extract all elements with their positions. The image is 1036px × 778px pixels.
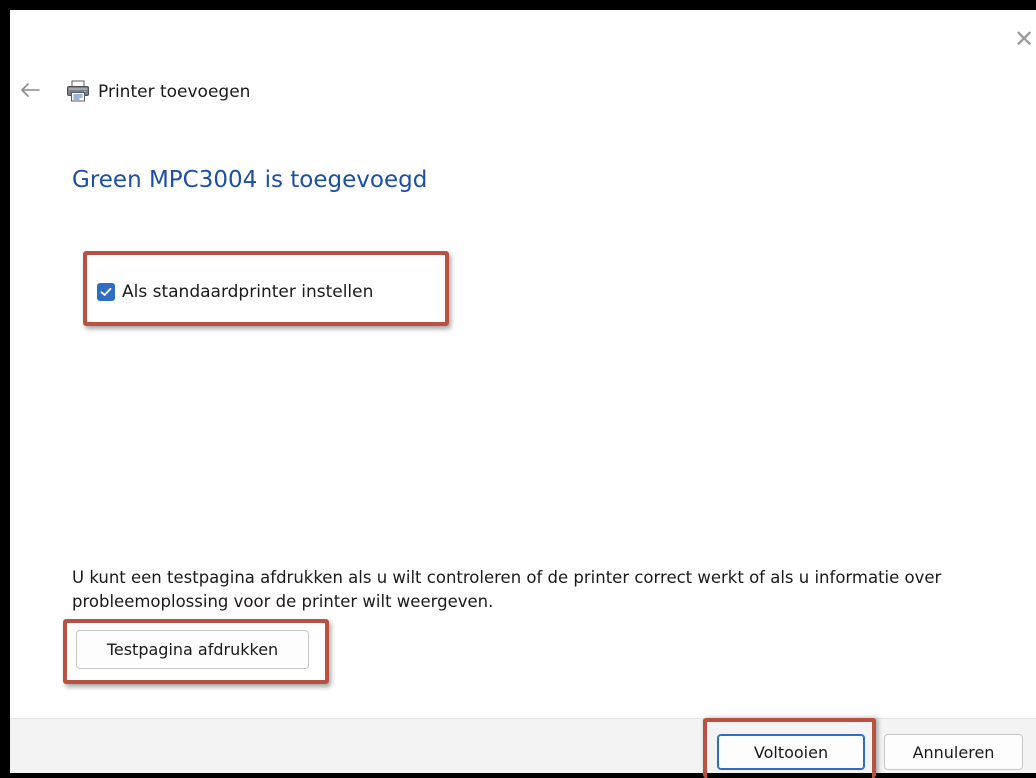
test-page-info-text: U kunt een testpagina afdrukken als u wi…: [72, 568, 942, 611]
printer-icon: [66, 80, 90, 102]
dialog-footer: [10, 718, 1036, 773]
arrow-left-icon: [21, 83, 40, 97]
close-button[interactable]: ✕: [1012, 24, 1036, 54]
finish-button[interactable]: Voltooien: [717, 734, 865, 770]
checkbox-label: Als standaardprinter instellen: [122, 282, 374, 302]
close-icon: ✕: [1013, 25, 1035, 53]
checkmark-icon: [100, 287, 112, 296]
default-printer-checkbox[interactable]: Als standaardprinter instellen: [97, 281, 373, 303]
checkbox-box[interactable]: [97, 283, 115, 301]
cancel-button[interactable]: Annuleren: [884, 734, 1023, 770]
print-test-page-button[interactable]: Testpagina afdrukken: [76, 630, 309, 669]
back-button[interactable]: [17, 78, 43, 102]
page-title: Green MPC3004 is toegevoegd: [72, 167, 428, 193]
window-title: Printer toevoegen: [98, 82, 251, 102]
